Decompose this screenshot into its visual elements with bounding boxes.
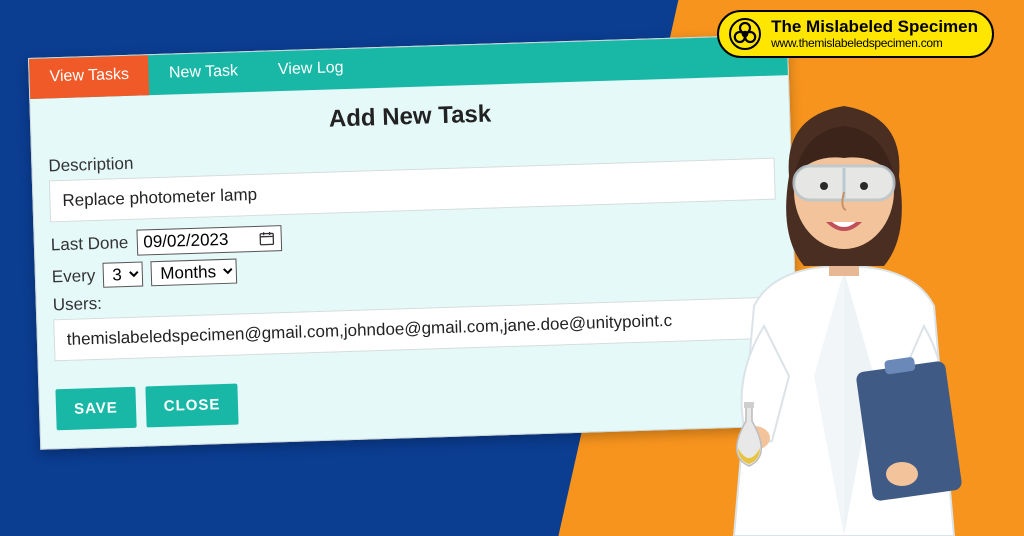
tab-view-tasks[interactable]: View Tasks [29, 55, 150, 99]
brand-url: www.themislabeledspecimen.com [771, 37, 978, 50]
last-done-input[interactable]: 09/02/2023 [136, 225, 282, 256]
calendar-icon[interactable] [258, 230, 274, 246]
save-button[interactable]: SAVE [55, 387, 136, 430]
every-label: Every [52, 265, 96, 286]
last-done-value: 09/02/2023 [143, 230, 229, 253]
task-form-card: View Tasks New Task View Log Add New Tas… [28, 34, 800, 450]
tab-new-task[interactable]: New Task [148, 52, 258, 95]
last-done-label: Last Done [51, 233, 129, 255]
close-button[interactable]: CLOSE [145, 384, 239, 428]
brand-badge: The Mislabeled Specimen www.themislabele… [717, 10, 994, 58]
tab-view-log[interactable]: View Log [257, 48, 364, 91]
every-unit-select[interactable]: Months [151, 259, 238, 287]
scientist-illustration [694, 76, 994, 536]
every-number-select[interactable]: 3 [103, 261, 144, 287]
biohazard-icon [729, 18, 761, 50]
brand-title: The Mislabeled Specimen [771, 18, 978, 37]
form-title: Add New Task [47, 92, 774, 143]
